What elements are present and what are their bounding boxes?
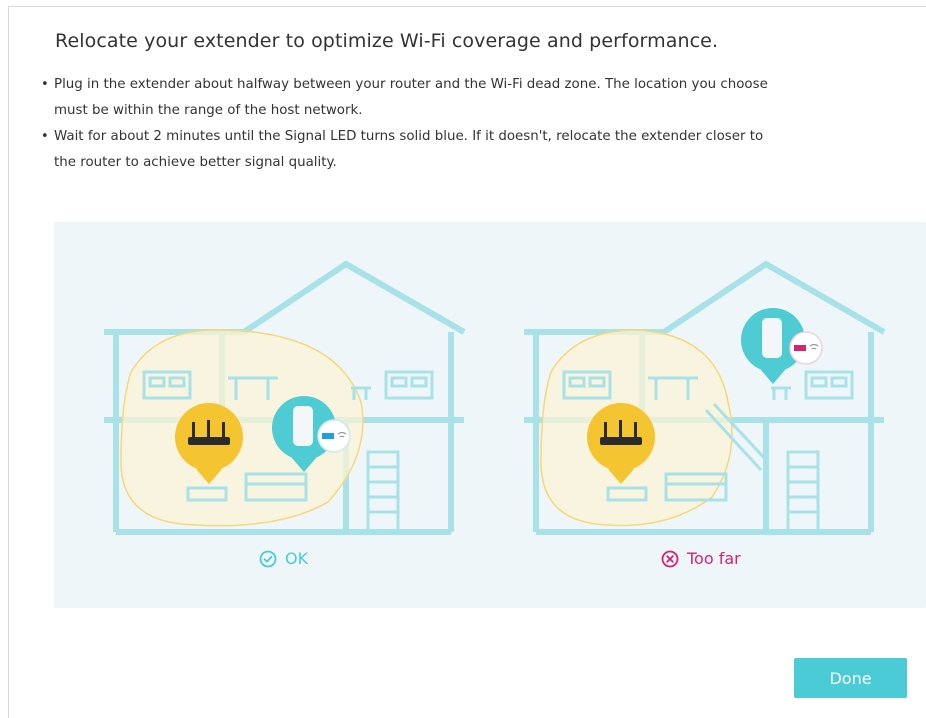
house-ok-illustration (104, 260, 466, 535)
instruction-text: must be within the range of the host net… (54, 103, 363, 118)
status-too-far-label: Too far (687, 549, 741, 568)
illustration-panel (54, 222, 926, 608)
instruction-text: the router to achieve better signal qual… (54, 155, 337, 170)
x-circle-icon (661, 550, 679, 567)
bullet-icon: • (41, 77, 49, 92)
status-ok-label: OK (285, 549, 309, 568)
check-circle-icon (259, 550, 277, 567)
status-too-far: Too far (661, 549, 741, 568)
status-ok: OK (259, 549, 308, 568)
instruction-item: • Plug in the extender about halfway bet… (38, 72, 918, 124)
done-button[interactable]: Done (794, 658, 907, 698)
page-title: Relocate your extender to optimize Wi-Fi… (55, 30, 719, 52)
bullet-icon: • (41, 129, 49, 144)
instruction-text: Wait for about 2 minutes until the Signa… (54, 129, 764, 144)
house-too-far-illustration (524, 260, 886, 535)
instruction-text: Plug in the extender about halfway betwe… (54, 77, 768, 92)
instruction-item: • Wait for about 2 minutes until the Sig… (38, 124, 918, 176)
instruction-list: • Plug in the extender about halfway bet… (38, 72, 918, 176)
